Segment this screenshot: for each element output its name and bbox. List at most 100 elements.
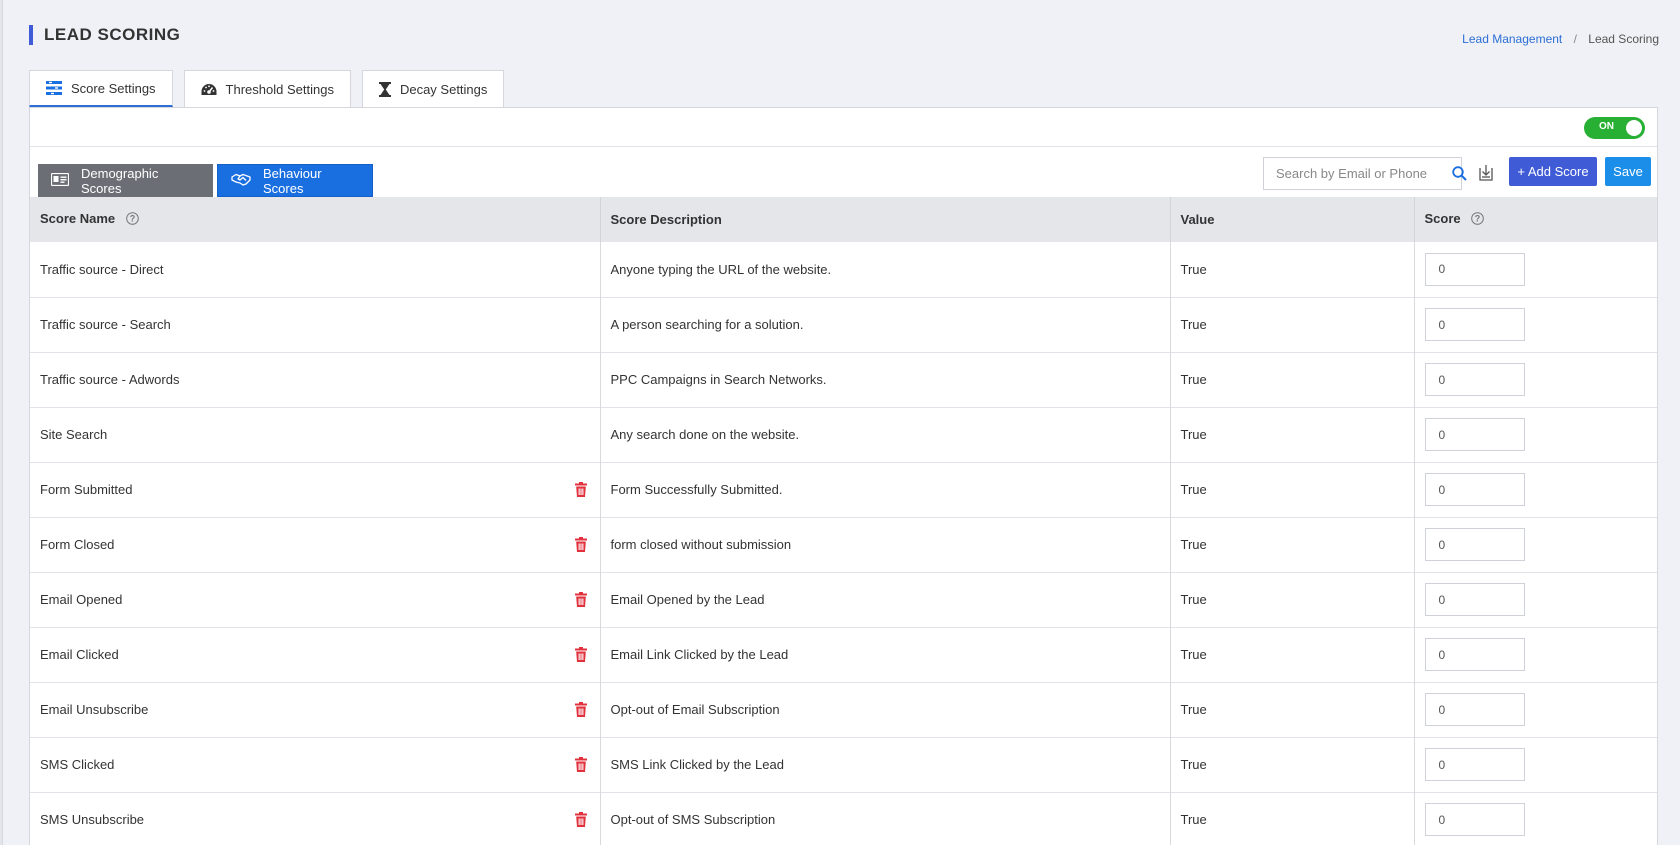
score-input-cell <box>1414 352 1657 407</box>
tab-score-settings-label: Score Settings <box>71 80 156 96</box>
search-icon[interactable] <box>1452 166 1467 181</box>
breadcrumb: Lead Management / Lead Scoring <box>1462 32 1659 46</box>
score-input-cell <box>1414 737 1657 792</box>
score-name: Traffic source - Direct <box>40 261 164 277</box>
search-box <box>1263 157 1467 190</box>
score-input-cell <box>1414 517 1657 572</box>
scoring-enabled-toggle[interactable]: ON <box>1584 117 1645 139</box>
delete-icon[interactable] <box>574 536 587 555</box>
table-row: Traffic source - Adwords PPC Campaigns in… <box>30 352 1657 407</box>
table-row: Form Submitted Form Successfully Submitte… <box>30 462 1657 517</box>
column-header-score: Score ? <box>1414 197 1657 242</box>
toggle-label: ON <box>1599 121 1614 132</box>
score-value: True <box>1170 572 1415 627</box>
score-value: True <box>1170 462 1415 517</box>
score-name-cell: Email Unsubscribe <box>30 682 601 737</box>
table-row: Traffic source - Search A person searchin… <box>30 297 1657 352</box>
score-value: True <box>1170 517 1415 572</box>
list-settings-icon <box>46 81 62 95</box>
demographic-scores-label: Demographic Scores <box>81 165 159 196</box>
download-icon[interactable] <box>1476 163 1496 183</box>
score-value: True <box>1170 352 1415 407</box>
breadcrumb-separator: / <box>1573 32 1577 46</box>
column-header-label: Score <box>1424 211 1461 226</box>
score-name: Site Search <box>40 427 108 442</box>
tab-decay-settings-label: Decay Settings <box>399 81 488 97</box>
add-score-button[interactable]: + Add Score <box>1509 157 1597 186</box>
delete-icon[interactable] <box>574 646 587 665</box>
demographic-scores-button[interactable]: Demographic Scores <box>38 164 213 197</box>
score-description: Form Successfully Submitted. <box>600 462 1171 517</box>
behaviour-scores-label: Behaviour Scores <box>263 165 322 196</box>
breadcrumb-link-lead-management[interactable]: Lead Management <box>1462 32 1562 46</box>
tab-threshold-settings[interactable]: Threshold Settings <box>183 70 351 107</box>
help-icon[interactable]: ? <box>1471 212 1485 228</box>
tab-threshold-settings-label: Threshold Settings <box>225 81 334 97</box>
table-row: Form Closed form closed without submissio… <box>30 517 1657 572</box>
search-input[interactable] <box>1264 158 1452 189</box>
score-input[interactable] <box>1424 363 1525 396</box>
column-header-score-name: Score Name ? <box>30 197 601 242</box>
score-input[interactable] <box>1424 583 1525 616</box>
score-name-cell: Email Clicked <box>30 627 601 682</box>
table-row: SMS Clicked SMS Link Clicked by the Lead T… <box>30 737 1657 792</box>
score-input[interactable] <box>1424 528 1525 561</box>
score-input[interactable] <box>1424 748 1525 781</box>
score-name-cell: Form Closed <box>30 517 601 572</box>
score-name: SMS Unsubscribe <box>40 812 145 827</box>
score-input[interactable] <box>1424 252 1525 286</box>
delete-icon[interactable] <box>574 481 587 500</box>
score-name: Form Submitted <box>40 482 133 497</box>
score-input-cell <box>1414 792 1657 845</box>
score-input[interactable] <box>1424 638 1525 671</box>
score-description: PPC Campaigns in Search Networks. <box>600 352 1171 407</box>
delete-icon[interactable] <box>574 756 587 775</box>
score-description: Anyone typing the URL of the website. <box>600 242 1171 297</box>
help-icon[interactable]: ? <box>125 212 139 228</box>
score-name-cell: Traffic source - Direct <box>30 242 601 297</box>
score-input-cell <box>1414 297 1657 352</box>
score-value: True <box>1170 737 1415 792</box>
score-input-cell <box>1414 242 1657 297</box>
table-body: Traffic source - Direct Anyone typing the… <box>30 242 1657 845</box>
score-input[interactable] <box>1424 473 1525 506</box>
left-edge-divider <box>0 0 3 845</box>
behaviour-scores-button[interactable]: Behaviour Scores <box>217 164 373 197</box>
table-row: Email Opened Email Opened by the Lead True <box>30 572 1657 627</box>
save-button[interactable]: Save <box>1605 157 1651 186</box>
score-description: Opt-out of Email Subscription <box>600 682 1171 737</box>
page-title: LEAD SCORING <box>29 25 180 45</box>
score-input[interactable] <box>1424 308 1525 341</box>
tab-score-settings[interactable]: Score Settings <box>29 70 173 107</box>
hourglass-icon <box>378 81 391 97</box>
score-description: SMS Link Clicked by the Lead <box>600 737 1171 792</box>
table-header-row: Score Name ? Score Description Value Sco… <box>30 197 1657 242</box>
table-row: Site Search Any search done on the websit… <box>30 407 1657 462</box>
delete-icon[interactable] <box>574 591 587 610</box>
score-input[interactable] <box>1424 418 1525 451</box>
score-input-cell <box>1414 682 1657 737</box>
score-name-cell: SMS Clicked <box>30 737 601 792</box>
score-name: Traffic source - Search <box>40 317 171 332</box>
score-input[interactable] <box>1424 803 1525 836</box>
table-row: Email Clicked Email Link Clicked by the L… <box>30 627 1657 682</box>
tab-decay-settings[interactable]: Decay Settings <box>361 70 505 107</box>
score-input-cell <box>1414 407 1657 462</box>
table-row: Traffic source - Direct Anyone typing the… <box>30 242 1657 297</box>
score-description: Email Opened by the Lead <box>600 572 1171 627</box>
score-input[interactable] <box>1424 693 1525 726</box>
delete-icon[interactable] <box>574 811 587 830</box>
svg-text:?: ? <box>1475 214 1481 224</box>
svg-text:?: ? <box>130 214 136 224</box>
table-row: Email Unsubscribe Opt-out of Email Subscr… <box>30 682 1657 737</box>
score-name: Email Unsubscribe <box>40 702 149 717</box>
handshake-icon <box>231 173 251 189</box>
delete-icon[interactable] <box>574 701 587 720</box>
toggle-knob <box>1626 120 1642 136</box>
score-name-cell: SMS Unsubscribe <box>30 792 601 845</box>
column-header-label: Score Name <box>40 211 116 226</box>
toggle-row: ON <box>30 108 1657 147</box>
table-row: SMS Unsubscribe Opt-out of SMS Subscripti… <box>30 792 1657 845</box>
score-value: True <box>1170 792 1415 845</box>
breadcrumb-current: Lead Scoring <box>1588 32 1659 46</box>
